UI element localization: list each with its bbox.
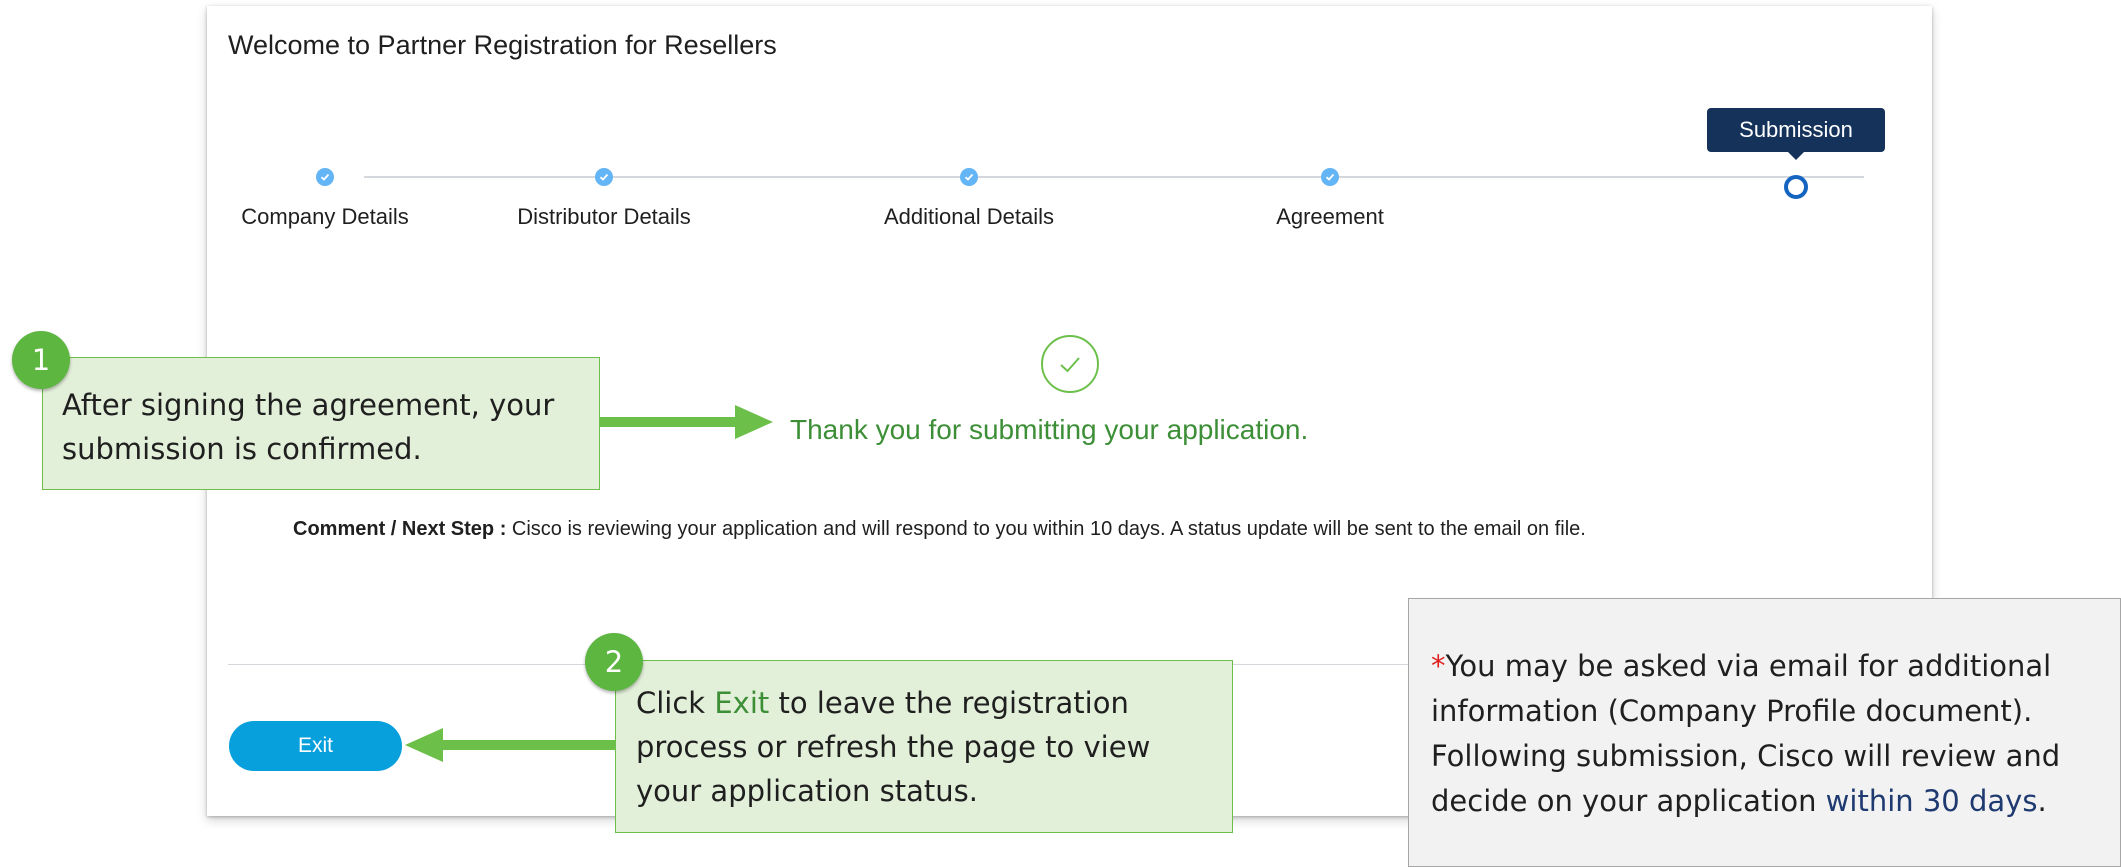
- note-line-3: Following submission, Cisco will review …: [1431, 739, 2061, 773]
- callout-2-line-2: process or refresh the page to view: [636, 730, 1151, 764]
- note-deadline-highlight: within 30 days: [1825, 784, 2038, 818]
- note-line-1: *You may be asked via email for addition…: [1431, 649, 2052, 683]
- exit-highlight: Exit: [714, 686, 770, 720]
- asterisk-icon: *: [1431, 649, 1446, 683]
- arrow-left-icon: [405, 728, 620, 762]
- note-line-2: information (Company Profile document).: [1431, 694, 2033, 728]
- callout-1-line-2: submission is confirmed.: [62, 432, 422, 466]
- callout-2-number-badge: 2: [585, 633, 643, 691]
- callout-2-line-3: your application status.: [636, 774, 978, 808]
- callout-2: Click Exit to leave the registration pro…: [615, 660, 1233, 833]
- callout-1-number-badge: 1: [12, 331, 70, 389]
- note-line-4: decide on your application within 30 day…: [1431, 784, 2047, 818]
- callout-1: After signing the agreement, your submis…: [42, 357, 600, 490]
- callout-2-line-1: Click Exit to leave the registration: [636, 686, 1129, 720]
- arrow-right-icon: [598, 405, 773, 439]
- callout-1-line-1: After signing the agreement, your: [62, 388, 555, 422]
- review-note: *You may be asked via email for addition…: [1408, 598, 2121, 867]
